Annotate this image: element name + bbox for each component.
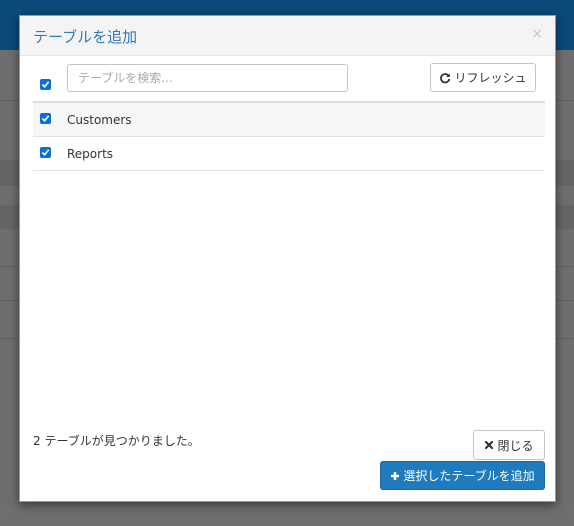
- table-row[interactable]: Reports: [33, 137, 545, 171]
- close-label: 閉じる: [497, 438, 534, 453]
- close-button[interactable]: 閉じる: [473, 430, 545, 460]
- table-row[interactable]: Customers: [33, 103, 545, 137]
- plus-icon: [391, 471, 400, 480]
- dialog-title: テーブルを追加: [33, 28, 138, 46]
- row-checkbox[interactable]: [40, 113, 51, 124]
- table-search-input[interactable]: [67, 64, 348, 92]
- tables-found-status: 2 テーブルが見つかりました。: [33, 434, 200, 448]
- checkbox-checked-icon: [41, 149, 50, 156]
- checkbox-checked-icon: [41, 115, 50, 122]
- select-all-checkbox[interactable]: [40, 79, 51, 90]
- dialog-header: テーブルを追加 ×: [20, 16, 555, 56]
- refresh-button[interactable]: リフレッシュ: [430, 63, 536, 92]
- table-name: Customers: [67, 113, 132, 127]
- close-icon[interactable]: ×: [531, 26, 543, 42]
- close-icon: [485, 440, 494, 450]
- add-table-dialog: テーブルを追加 × リフレッシュ Customers Repor: [19, 15, 556, 502]
- refresh-icon: [440, 72, 451, 83]
- table-name: Reports: [67, 147, 114, 161]
- add-label: 選択したテーブルを追加: [403, 469, 535, 483]
- row-checkbox[interactable]: [40, 147, 51, 158]
- add-selected-tables-button[interactable]: 選択したテーブルを追加: [380, 461, 545, 490]
- checkbox-checked-icon: [41, 81, 50, 88]
- refresh-label: リフレッシュ: [454, 71, 527, 85]
